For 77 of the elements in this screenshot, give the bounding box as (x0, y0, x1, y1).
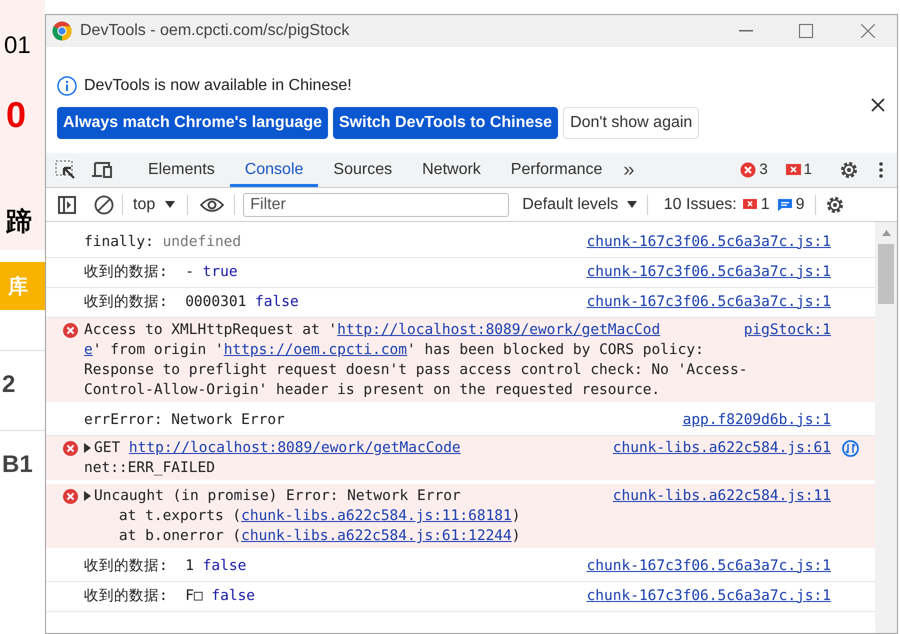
message-text: GET http://localhost:8089/ework/getMacCode (94, 439, 461, 458)
source-link[interactable]: chunk-167c3f06.5c6a3a7c.js:1 (574, 586, 831, 608)
message-icon (778, 198, 792, 210)
issue-count: 1 (760, 194, 770, 214)
message-text: 收到的数据: - true (84, 262, 238, 282)
browser-logo-icon (52, 21, 72, 41)
source-link[interactable]: chunk-167c3f06.5c6a3a7c.js:1 (574, 232, 831, 254)
caret-icon (165, 201, 176, 208)
expand-icon[interactable] (84, 491, 91, 501)
minimize-icon[interactable] (739, 30, 753, 32)
message-text: Access to XMLHttpRequest at 'http://localhost:8089/ework/getMacCod (84, 321, 660, 340)
scrollbar-thumb[interactable] (878, 244, 894, 304)
error-icon (63, 323, 78, 338)
issue-icon (742, 198, 757, 210)
issue-count: 1 (804, 160, 812, 180)
language-button[interactable]: Switch DevTools to Chinese (333, 107, 558, 139)
issues-label: 10 Issues: (664, 194, 737, 214)
tab[interactable]: Network (407, 153, 496, 187)
info-count: 9 (796, 194, 804, 214)
device-icon[interactable] (91, 161, 113, 179)
error-icon (63, 441, 78, 456)
message-text: Uncaught (in promise) Error: Network Error (94, 487, 461, 506)
issue-icon (786, 164, 801, 176)
tab[interactable]: Elements (133, 153, 230, 187)
source-link[interactable]: pigStock:1 (732, 320, 831, 340)
network-icon[interactable] (842, 440, 859, 456)
message-text: e' from origin 'https://oem.cpcti.com' has been blocked by CORS policy: (84, 341, 704, 360)
message-link[interactable]: http://localhost:8089/ework/getMacCod (337, 322, 660, 338)
eye-icon[interactable] (200, 196, 224, 212)
language-button[interactable]: Always match Chrome's language (57, 107, 328, 139)
settings-icon[interactable] (839, 160, 859, 180)
message-text: Control-Allow-Origin' header is present on the requested resource. (84, 381, 660, 400)
message-text: 收到的数据: F□ false (84, 586, 256, 606)
tab[interactable]: Performance (496, 153, 618, 187)
sidebar-icon[interactable] (58, 196, 76, 214)
message-link[interactable]: chunk-libs.a622c584.js:11:68181 (241, 508, 512, 524)
message-text: Response to preflight request doesn't pass access control check: No 'Access- (84, 361, 748, 380)
message-text: 收到的数据: 1 false (84, 556, 246, 576)
close-icon[interactable] (871, 98, 885, 112)
source-link[interactable]: chunk-libs.a622c584.js:61 (600, 438, 831, 458)
settings-icon[interactable] (824, 194, 844, 214)
source-link[interactable]: chunk-167c3f06.5c6a3a7c.js:1 (574, 262, 831, 284)
page-text: 0 (0, 80, 45, 144)
caret-icon (626, 200, 637, 208)
tab[interactable]: Sources (318, 153, 408, 187)
source-link[interactable]: app.f8209d6b.js:1 (670, 410, 831, 432)
message-link[interactable]: chunk-libs.a622c584.js:61:12244 (241, 528, 512, 544)
message-text: 收到的数据: 0000301 false (84, 292, 299, 312)
page-text: 蹄 (0, 144, 45, 250)
message-text: errError: Network Error (84, 410, 285, 430)
info-icon (57, 76, 77, 96)
source-link[interactable]: chunk-167c3f06.5c6a3a7c.js:1 (574, 556, 831, 578)
message-text: at t.exports (chunk-libs.a622c584.js:11:68181) (118, 507, 520, 526)
message-link[interactable]: https://oem.cpcti.com (224, 342, 408, 358)
context-dropdown[interactable]: top (133, 192, 176, 216)
source-link[interactable]: chunk-167c3f06.5c6a3a7c.js:1 (574, 292, 831, 314)
more-tabs-button[interactable]: » (623, 155, 635, 185)
dismiss-button[interactable]: Don't show again (563, 107, 700, 139)
inspect-icon[interactable] (55, 160, 77, 180)
menu-icon[interactable] (879, 162, 883, 178)
message-link[interactable]: http://localhost:8089/ework/getMacCode (128, 440, 461, 456)
window-title: DevTools - oem.cpcti.com/sc/pigStock (80, 21, 350, 41)
expand-icon[interactable] (84, 443, 91, 453)
page-text: 01 (0, 0, 45, 80)
error-icon (740, 162, 756, 178)
error-count: 3 (759, 160, 768, 180)
source-link[interactable]: chunk-libs.a622c584.js:11 (600, 486, 831, 506)
clear-icon[interactable] (94, 194, 114, 214)
error-icon (63, 489, 78, 504)
message-link[interactable]: e (84, 342, 93, 358)
message-text: finally: undefined (84, 232, 242, 252)
levels-dropdown[interactable]: Default levels (522, 192, 637, 216)
maximize-icon[interactable] (799, 24, 813, 38)
info-message: DevTools is now available in Chinese! (84, 76, 352, 96)
message-text: at b.onerror (chunk-libs.a622c584.js:61:12244) (118, 527, 520, 546)
filter-field[interactable]: Filter (243, 192, 510, 216)
message-text: net::ERR_FAILED (84, 459, 215, 478)
